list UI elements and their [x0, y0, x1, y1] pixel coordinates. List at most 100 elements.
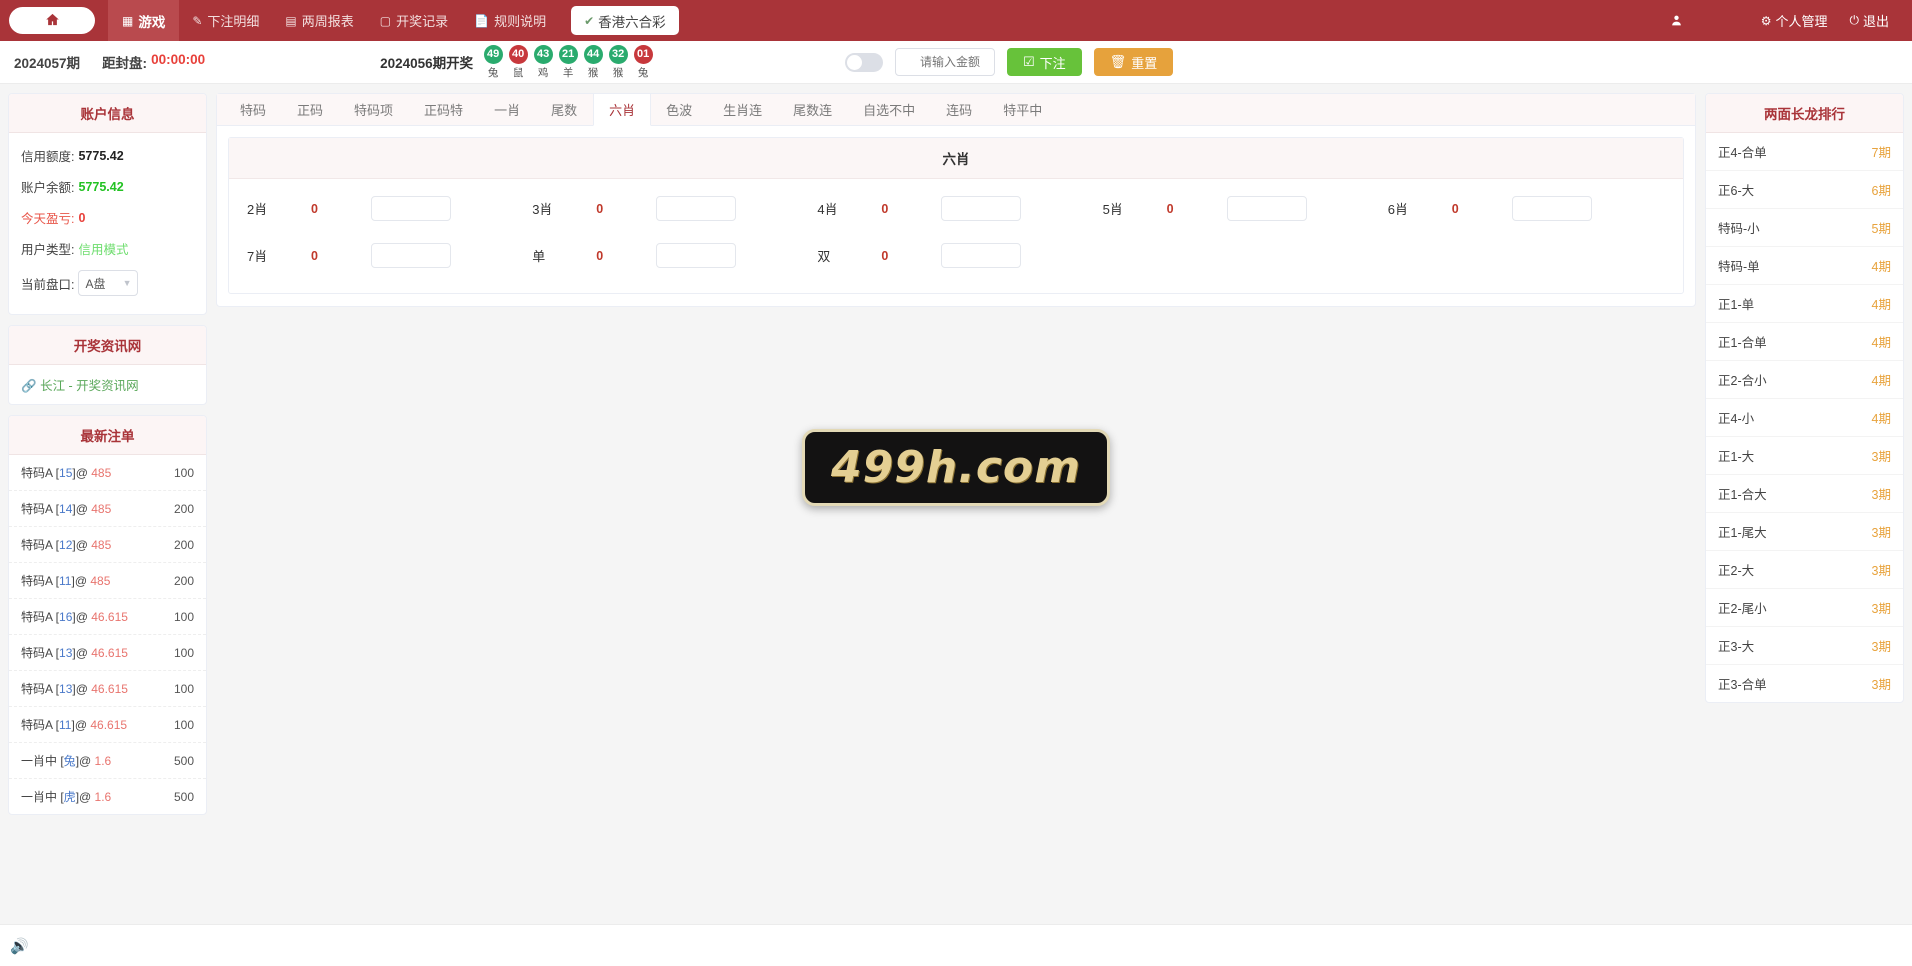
rank-count: 4期 [1872, 370, 1891, 389]
credit-value: 5775.42 [78, 149, 123, 163]
amount-input[interactable] [895, 48, 995, 76]
bet-cell: 4肖0 [813, 187, 1098, 230]
dragon-rank-list: 正4-合单7期正6-大6期特码-小5期特码-单4期正1-单4期正1-合单4期正2… [1706, 133, 1903, 702]
tab-特平中[interactable]: 特平中 [988, 94, 1058, 125]
profile-management-button[interactable]: ⚙ 个人管理 [1750, 11, 1839, 30]
rank-label: 特码-单 [1718, 256, 1760, 275]
market-select[interactable]: A盘 ▼ [78, 270, 138, 296]
amount-input-wrapper: ▣ [895, 48, 995, 76]
bet-item-amount: 100 [174, 718, 194, 732]
lottery-ball-3: 43鸡 [532, 45, 554, 80]
power-icon: ⏻ [1849, 13, 1859, 28]
betting-panel: 特码正码特码项正码特一肖尾数六肖色波生肖连尾数连自选不中连码特平中 六肖 2肖0… [216, 93, 1696, 307]
edit-icon: ☑ [1023, 54, 1035, 70]
rank-row: 正2-尾小3期 [1706, 589, 1903, 627]
bet-cell-input[interactable] [656, 243, 736, 268]
bet-cell-input[interactable] [1512, 196, 1592, 221]
reset-button[interactable]: 🗑 重置 [1094, 48, 1174, 76]
usertype-row: 用户类型: 信用模式 [21, 233, 194, 264]
bet-type-panel: 六肖 2肖03肖04肖05肖06肖07肖0单0双0 [228, 137, 1684, 294]
home-button[interactable] [9, 7, 95, 34]
bet-cell: 单0 [528, 234, 813, 277]
lottery-ball-6: 32猴 [607, 45, 629, 80]
rank-count: 4期 [1872, 294, 1891, 313]
nav-item-rules[interactable]: 📄 规则说明 [461, 0, 559, 41]
rank-row: 正1-尾大3期 [1706, 513, 1903, 551]
tab-特码项[interactable]: 特码项 [339, 94, 409, 125]
logout-button[interactable]: ⏻ 退出 [1838, 11, 1900, 30]
bet-item-amount: 500 [174, 754, 194, 768]
tab-色波[interactable]: 色波 [651, 94, 708, 125]
tab-六肖[interactable]: 六肖 [593, 94, 651, 126]
watermark-text: 499h.com [831, 442, 1081, 493]
rank-row: 特码-小5期 [1706, 209, 1903, 247]
tab-生肖连[interactable]: 生肖连 [708, 94, 778, 125]
lottery-selector[interactable]: ✔ 香港六合彩 [571, 6, 679, 35]
rank-label: 正4-小 [1718, 408, 1754, 427]
bet-list-item: 特码A [14]@ 485200 [9, 491, 206, 527]
market-value: A盘 [85, 275, 105, 292]
info-site-link[interactable]: 长江 - 开奖资讯网 [40, 379, 139, 393]
sound-icon[interactable]: 🔊 [10, 937, 29, 955]
nav-item-bet-details[interactable]: ✎ 下注明细 [179, 0, 272, 41]
lottery-label: 香港六合彩 [598, 11, 666, 31]
profit-row: 今天盈亏: 0 [21, 202, 194, 233]
page-body: 账户信息 信用额度: 5775.42 账户余额: 5775.42 今天盈亏: 0… [0, 84, 1912, 966]
lottery-balls: 49兔40鼠43鸡21羊44猴32猴01兔 [482, 45, 654, 80]
bet-item-desc: 特码A [15]@ 485 [21, 464, 111, 481]
usertype-value: 信用模式 [78, 239, 128, 258]
tab-正码特[interactable]: 正码特 [409, 94, 479, 125]
bet-cell-input[interactable] [371, 243, 451, 268]
bet-cell-input[interactable] [941, 196, 1021, 221]
tab-特码[interactable]: 特码 [225, 94, 282, 125]
rank-label: 正3-合单 [1718, 674, 1767, 693]
tab-自选不中[interactable]: 自选不中 [848, 94, 931, 125]
rank-count: 3期 [1872, 636, 1891, 655]
rank-count: 4期 [1872, 332, 1891, 351]
account-info-title: 账户信息 [9, 94, 206, 133]
tab-正码[interactable]: 正码 [282, 94, 339, 125]
submit-bet-button[interactable]: ☑ 下注 [1007, 48, 1082, 76]
account-info-card: 账户信息 信用额度: 5775.42 账户余额: 5775.42 今天盈亏: 0… [8, 93, 207, 315]
nav-item-biweekly-report[interactable]: ▤ 两周报表 [272, 0, 366, 41]
bet-item-desc: 特码A [12]@ 485 [21, 536, 111, 553]
avatar-icon[interactable] [1664, 8, 1690, 34]
market-row: 当前盘口: A盘 ▼ [21, 264, 194, 302]
bet-cell-name: 4肖 [817, 199, 881, 218]
ball-zodiac: 鸡 [538, 65, 549, 80]
rank-label: 正1-单 [1718, 294, 1754, 313]
profile-label: 个人管理 [1775, 11, 1827, 30]
usertype-label: 用户类型: [21, 239, 74, 258]
bet-cell: 2肖0 [243, 187, 528, 230]
rank-row: 正3-大3期 [1706, 627, 1903, 665]
bet-cell-input[interactable] [1227, 196, 1307, 221]
grid-icon: ▦ [122, 14, 133, 28]
tab-一肖[interactable]: 一肖 [479, 94, 536, 125]
nav-item-games[interactable]: ▦ 游戏 [108, 0, 179, 41]
bet-item-desc: 一肖中 [兔]@ 1.6 [21, 752, 111, 769]
tab-尾数连[interactable]: 尾数连 [778, 94, 848, 125]
rank-row: 正1-单 4期 [1706, 285, 1903, 323]
rank-count: 3期 [1872, 484, 1891, 503]
bet-cell-input[interactable] [941, 243, 1021, 268]
quick-bet-toggle[interactable] [845, 53, 883, 72]
lottery-ball-2: 40鼠 [507, 45, 529, 80]
bet-cell-input[interactable] [371, 196, 451, 221]
tab-尾数[interactable]: 尾数 [536, 94, 593, 125]
bet-item-desc: 特码A [13]@ 46.615 [21, 644, 128, 661]
bet-cell-name: 6肖 [1388, 199, 1452, 218]
tab-连码[interactable]: 连码 [931, 94, 988, 125]
rank-row: 正3-合单3期 [1706, 665, 1903, 702]
check-circle-icon: ✔ [584, 14, 594, 28]
bet-cell-odds: 0 [596, 202, 656, 216]
bet-cell-input[interactable] [656, 196, 736, 221]
trash-icon: 🗑 [1110, 54, 1127, 70]
countdown-value: 00:00:00 [151, 52, 205, 72]
bet-list-item: 特码A [16]@ 46.615100 [9, 599, 206, 635]
nav-item-draw-records[interactable]: ▢ 开奖记录 [367, 0, 461, 41]
bet-cell: 6肖0 [1384, 187, 1669, 230]
latest-bets-list: 特码A [15]@ 485 100 特码A [14]@ 485200 特码A [12]… [9, 455, 206, 814]
bet-item-amount: 100 [174, 646, 194, 660]
info-site-title: 开奖资讯网 [9, 326, 206, 365]
bet-item-amount: 100 [174, 610, 194, 624]
